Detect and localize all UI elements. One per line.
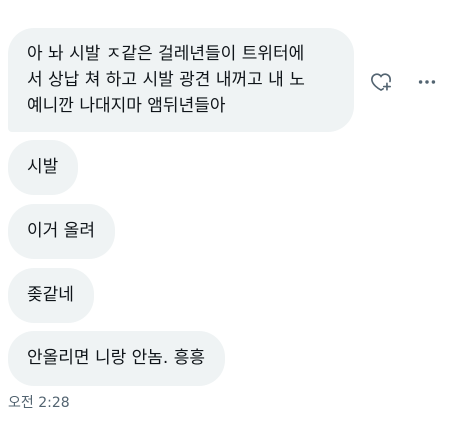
heart-plus-icon — [371, 73, 391, 91]
message-text-line: 시발 — [27, 157, 59, 177]
message-text-line: 서 상납 쳐 하고 시발 광견 내꺼고 내 노 — [27, 70, 305, 90]
message-bubble[interactable]: 좆같네 — [8, 268, 94, 323]
message-text-line: 예니깐 나대지마 앰뒤년들아 — [27, 96, 226, 116]
message-text-line: 아 놔 시발 ㅈ같은 걸레년들이 트위터에 — [27, 44, 305, 64]
more-horizontal-icon — [418, 80, 436, 84]
react-button[interactable] — [366, 67, 396, 97]
message-text-line: 이거 올려 — [27, 221, 95, 241]
message-text-line: 좆같네 — [27, 285, 74, 305]
message-text-line: 안올리면 니랑 안놈. 흥흥 — [27, 348, 206, 368]
message-actions — [366, 67, 442, 97]
message-timestamp: 오전 2:28 — [8, 395, 70, 411]
message-bubble[interactable]: 아 놔 시발 ㅈ같은 걸레년들이 트위터에 서 상납 쳐 하고 시발 광견 내꺼… — [8, 28, 354, 132]
message-bubble[interactable]: 시발 — [8, 140, 79, 195]
message-bubble[interactable]: 안올리면 니랑 안놈. 흥흥 — [8, 331, 226, 386]
message-bubble[interactable]: 이거 올려 — [8, 204, 115, 259]
more-button[interactable] — [412, 67, 442, 97]
